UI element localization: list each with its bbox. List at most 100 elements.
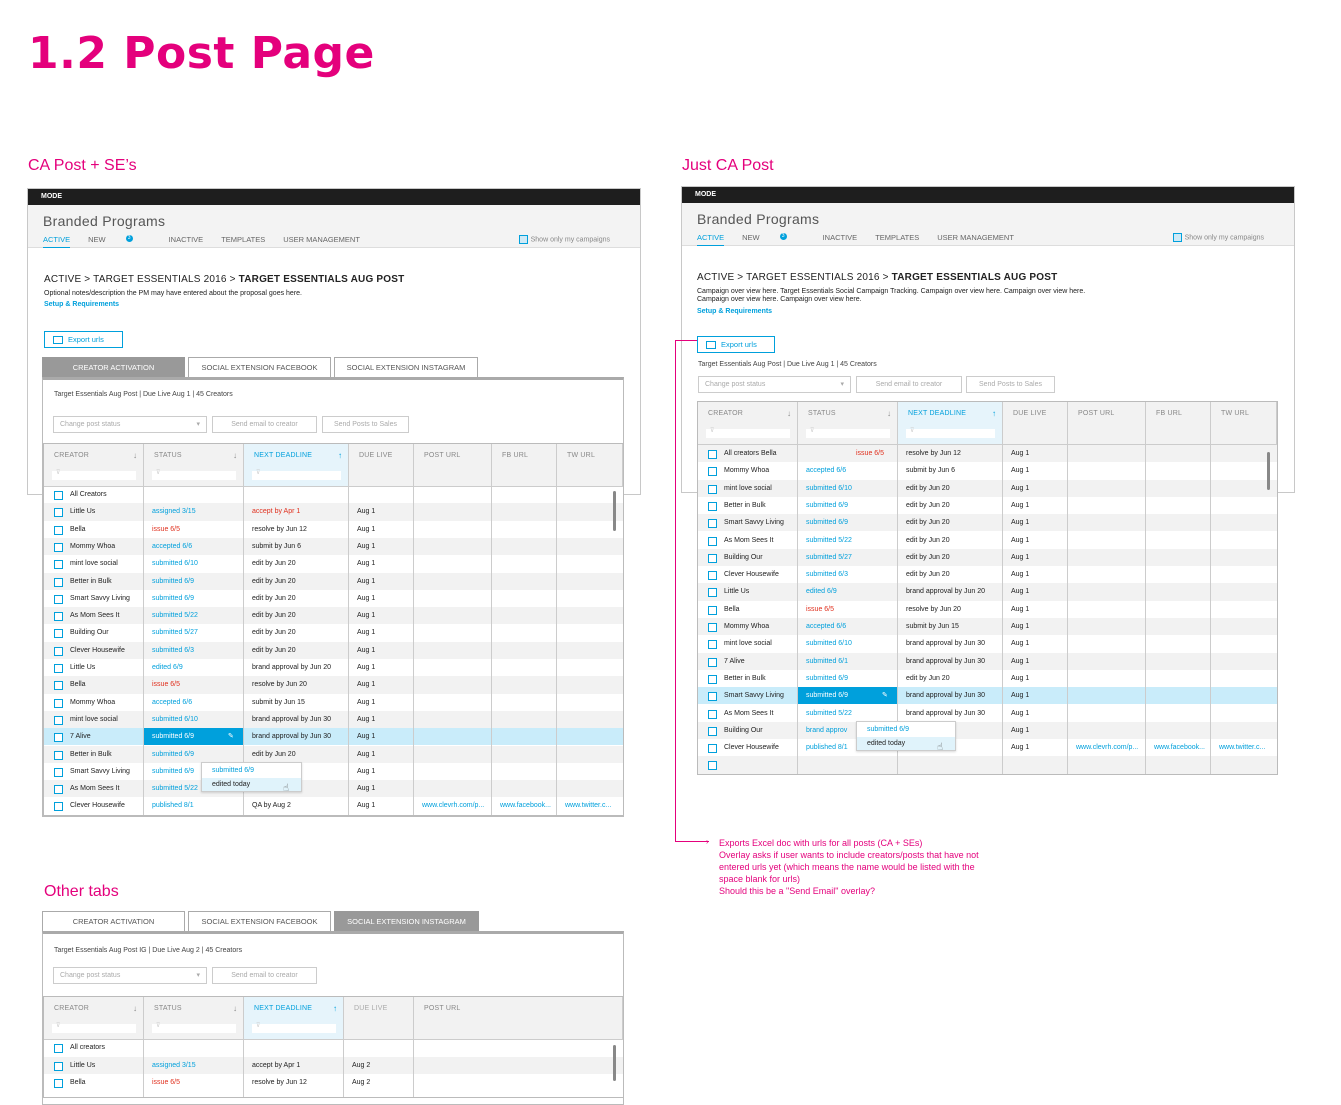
cell-post[interactable] xyxy=(422,659,490,676)
table-row[interactable]: mint love social submitted 6/10 edit by Ju… xyxy=(44,555,623,572)
cell-tw[interactable] xyxy=(1219,532,1275,549)
cell-tw[interactable] xyxy=(1219,601,1275,618)
tab-social-extension-instagram[interactable]: SOCIAL EXTENSION INSTAGRAM xyxy=(334,357,478,377)
cell-tw[interactable] xyxy=(565,694,621,711)
cell-fb[interactable] xyxy=(500,746,555,763)
row-checkbox[interactable] xyxy=(708,519,717,529)
cell-fb[interactable] xyxy=(1154,618,1209,635)
cell-post[interactable] xyxy=(1076,532,1144,549)
cell-tw[interactable] xyxy=(565,763,621,780)
cell-status[interactable]: submitted 6/1 xyxy=(806,653,896,670)
row-checkbox[interactable] xyxy=(708,450,717,459)
nav-tab-templates[interactable]: TEMPLATES xyxy=(875,233,919,242)
cell-status[interactable]: submitted 6/10 xyxy=(152,555,242,572)
row-checkbox[interactable] xyxy=(54,785,63,795)
cell-status[interactable]: submitted 6/10 xyxy=(806,480,896,497)
row-checkbox[interactable] xyxy=(708,588,717,598)
table-row[interactable]: Little Us edited 6/9 brand approval by Jun… xyxy=(44,659,623,676)
cell-fb[interactable] xyxy=(500,555,555,572)
cell-tw[interactable] xyxy=(565,676,621,693)
table-row[interactable]: Little Us edited 6/9 brand approval by Jun… xyxy=(698,583,1277,601)
column-header-due-live[interactable]: DUE LIVE xyxy=(349,444,414,486)
table-row[interactable]: Better in Bulk submitted 6/9 edit by Jun 2… xyxy=(44,745,623,763)
column-header-creator[interactable]: CREATOR ↓ xyxy=(44,997,144,1039)
sort-up-icon[interactable]: ↑ xyxy=(992,409,996,418)
row-checkbox[interactable] xyxy=(708,536,717,546)
setup-requirements-link[interactable]: Setup & Requirements xyxy=(44,301,119,308)
cell-fb[interactable] xyxy=(1154,566,1209,583)
cell-post[interactable] xyxy=(1076,705,1144,722)
table-row[interactable]: Little Us assigned 3/15 accept by Apr 1 Aug… xyxy=(44,503,623,521)
row-checkbox[interactable] xyxy=(708,692,717,702)
sort-down-icon[interactable]: ↓ xyxy=(133,451,137,460)
cell-tw[interactable] xyxy=(565,538,621,555)
change-post-status-select[interactable]: Change post status ▾ xyxy=(698,376,851,393)
cell-post[interactable] xyxy=(422,555,490,572)
table-row[interactable]: All Creators xyxy=(44,486,623,503)
cell-tw[interactable] xyxy=(565,711,621,728)
cell-fb[interactable] xyxy=(500,728,555,745)
cell-fb[interactable] xyxy=(500,607,555,624)
cell-tw[interactable] xyxy=(565,607,621,624)
cell-status[interactable]: submitted 6/9 xyxy=(806,497,896,514)
sort-up-icon[interactable]: ↑ xyxy=(338,451,342,460)
row-checkbox[interactable] xyxy=(54,681,63,691)
row-checkbox[interactable] xyxy=(54,750,63,760)
table-row[interactable]: Mommy Whoa accepted 6/6 submit by Jun 6 Aug… xyxy=(44,537,623,556)
row-checkbox[interactable] xyxy=(708,744,717,754)
cell-post[interactable] xyxy=(422,624,490,641)
send-posts-to-sales-button[interactable]: Send Posts to Sales xyxy=(966,376,1055,393)
cell-status[interactable]: submitted 6/3 xyxy=(152,642,242,659)
table-row[interactable]: mint love social submitted 6/10 brand appr… xyxy=(698,635,1277,652)
cell-tw[interactable]: www.twitter.c... xyxy=(565,797,621,814)
send-email-button[interactable]: Send email to creator xyxy=(856,376,962,393)
cell-fb[interactable] xyxy=(1154,514,1209,531)
column-filter-input[interactable] xyxy=(52,1022,136,1033)
cell-status[interactable]: submitted 6/10 xyxy=(152,711,242,728)
sort-down-icon[interactable]: ↓ xyxy=(133,1004,137,1013)
row-checkbox[interactable] xyxy=(708,726,717,736)
nav-tab-user-management[interactable]: USER MANAGEMENT xyxy=(283,235,360,244)
change-post-status-select[interactable]: Change post status ▾ xyxy=(53,416,207,433)
cell-tw[interactable] xyxy=(565,728,621,745)
cell-fb[interactable] xyxy=(1154,462,1209,479)
cell-tw[interactable] xyxy=(1219,670,1275,687)
cell-fb[interactable] xyxy=(500,486,555,503)
table-row[interactable]: mint love social submitted 6/10 brand appr… xyxy=(44,710,623,729)
table-row[interactable]: 7 Alive submitted 6/1 brand approval by Ju… xyxy=(698,652,1277,670)
cell-status[interactable]: submitted 6/9 xyxy=(152,746,242,763)
column-filter-input[interactable] xyxy=(806,427,890,438)
cell-tw[interactable] xyxy=(1219,722,1275,739)
cell-post[interactable] xyxy=(422,590,490,607)
cell-status[interactable]: issue 6/5 xyxy=(152,521,242,538)
cell-fb[interactable]: www.facebook... xyxy=(500,797,555,814)
cell-post[interactable] xyxy=(1076,670,1144,687)
column-header-post-url[interactable]: POST URL xyxy=(414,444,492,486)
edit-pencil-icon[interactable]: ✎ xyxy=(228,728,234,745)
row-checkbox[interactable] xyxy=(708,761,717,771)
row-checkbox[interactable] xyxy=(54,594,63,604)
table-row[interactable]: Smart Savvy Livingsubmitted 6/9l by Jun … xyxy=(44,763,623,780)
row-checkbox[interactable] xyxy=(54,577,63,587)
cell-status[interactable]: published 8/1 xyxy=(152,797,242,814)
cell-tw[interactable] xyxy=(565,590,621,607)
tab-creator-activation[interactable]: CREATOR ACTIVATION xyxy=(42,911,185,931)
table-row[interactable]: Mommy Whoa accepted 6/6 submit by Jun 15 Au… xyxy=(698,618,1277,636)
row-checkbox[interactable] xyxy=(54,542,63,552)
cell-fb[interactable] xyxy=(1154,756,1209,773)
cell-status[interactable] xyxy=(806,756,896,773)
table-row[interactable]: As Mom Sees It submitted 5/22 brand approv… xyxy=(698,705,1277,722)
column-filter-input[interactable] xyxy=(52,469,136,480)
cell-status[interactable]: edited 6/9 xyxy=(152,659,242,676)
column-header-creator[interactable]: CREATOR ↓ xyxy=(698,402,798,444)
column-header-post-url[interactable]: POST URL xyxy=(1068,402,1146,444)
cell-status[interactable]: assigned 3/15 xyxy=(152,1057,242,1075)
cell-status[interactable]: submitted 6/9 xyxy=(806,514,896,531)
cell-tw[interactable] xyxy=(1219,497,1275,514)
table-row[interactable]: Smart Savvy Living submitted 6/9 edit by J… xyxy=(698,514,1277,532)
nav-tab-new[interactable]: NEW 3 xyxy=(742,233,805,242)
cell-post[interactable] xyxy=(1076,583,1144,600)
cell-post[interactable] xyxy=(422,728,490,745)
column-filter-input[interactable] xyxy=(706,427,790,438)
nav-tab-inactive[interactable]: INACTIVE xyxy=(169,235,204,244)
